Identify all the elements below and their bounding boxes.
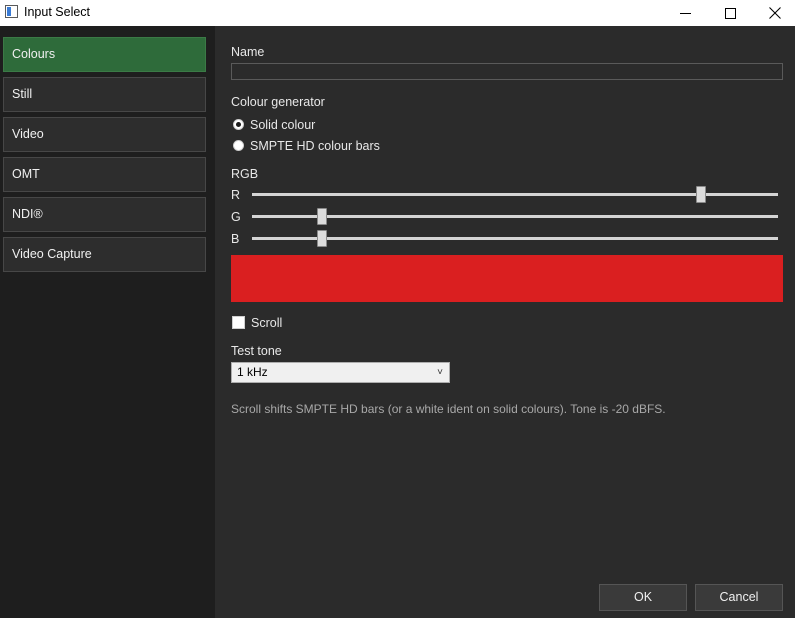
sidebar-item-ndi[interactable]: NDI® [3,197,206,232]
colour-preview-swatch [231,255,783,302]
sidebar-item-video[interactable]: Video [3,117,206,152]
r-slider-thumb[interactable] [695,186,706,203]
name-input[interactable] [231,63,783,80]
sidebar: Colours Still Video OMT NDI® Video Captu… [0,26,215,618]
rgb-label: RGB [231,167,259,181]
test-tone-value: 1 kHz [237,365,268,379]
sidebar-item-still[interactable]: Still [3,77,206,112]
ok-button[interactable]: OK [599,584,687,611]
minimize-icon [679,12,691,14]
smpte-bars-radio[interactable] [233,140,244,151]
sidebar-item-video-capture[interactable]: Video Capture [3,237,206,272]
hint-text: Scroll shifts SMPTE HD bars (or a white … [231,402,666,416]
close-icon [769,7,781,19]
title-bar: Input Select [0,0,795,26]
maximize-button[interactable] [707,0,753,26]
app-window-icon [5,5,18,18]
solid-colour-label[interactable]: Solid colour [250,118,315,132]
b-slider-label: B [231,232,240,246]
test-tone-label: Test tone [231,344,282,358]
scroll-label[interactable]: Scroll [251,316,282,330]
g-slider-thumb[interactable] [316,208,327,225]
chevron-down-icon: ˅ [437,367,443,378]
test-tone-select[interactable]: 1 kHz ˅ [231,362,450,383]
maximize-icon [724,7,736,19]
scroll-checkbox[interactable] [232,316,245,329]
g-slider-track[interactable] [252,215,778,218]
sidebar-item-omt[interactable]: OMT [3,157,206,192]
main-panel: Name Colour generator Solid colour SMPTE… [215,26,795,618]
r-slider-label: R [231,188,241,202]
window-title: Input Select [24,5,91,19]
name-label: Name [231,45,265,59]
smpte-bars-label[interactable]: SMPTE HD colour bars [250,139,380,153]
solid-colour-radio[interactable] [233,119,244,130]
b-slider-thumb[interactable] [316,230,327,247]
cancel-button[interactable]: Cancel [695,584,783,611]
close-button[interactable] [752,0,795,26]
colour-generator-label: Colour generator [231,95,325,109]
sidebar-item-colours[interactable]: Colours [3,37,206,72]
b-slider-track[interactable] [252,237,778,240]
minimize-button[interactable] [662,0,708,26]
g-slider-label: G [231,210,241,224]
